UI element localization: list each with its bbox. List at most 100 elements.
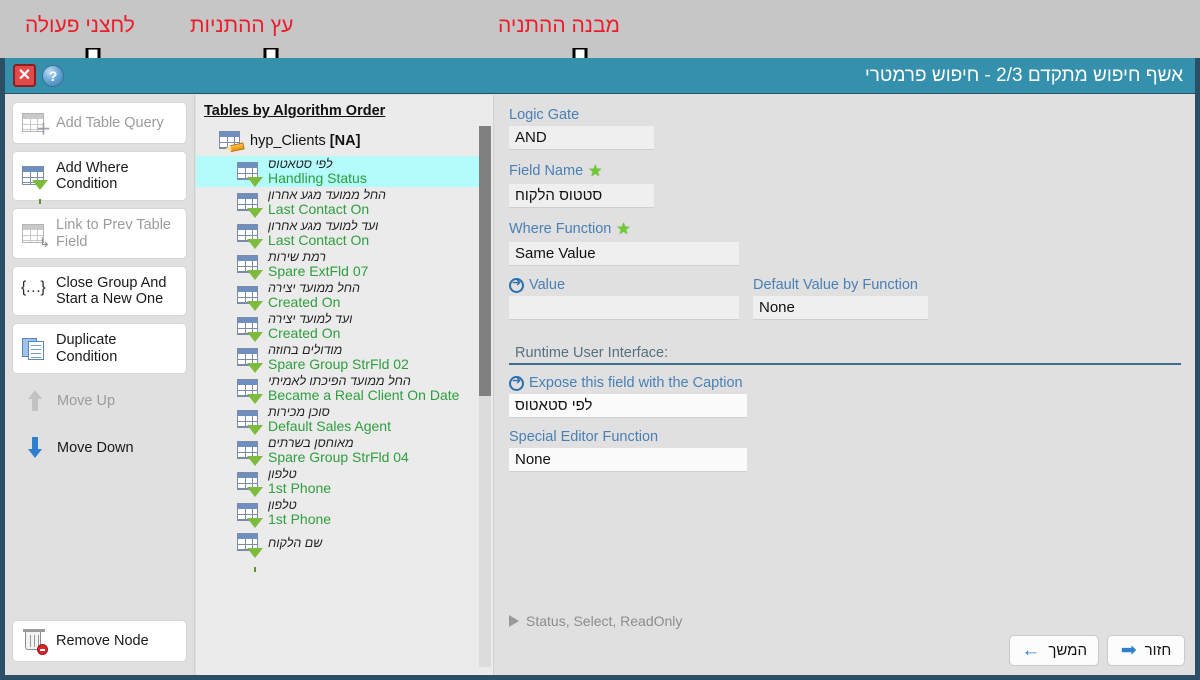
- action-label: Link to Prev Table Field: [56, 217, 171, 250]
- close-icon[interactable]: ✕: [13, 64, 36, 87]
- annotation-label-tree: עץ ההתניות: [190, 14, 294, 37]
- expose-caption-label-text: Expose this field with the Caption: [529, 375, 743, 391]
- condition-properties-panel: Logic Gate AND Field Name סטטוס הלקוח Wh…: [495, 95, 1195, 675]
- condition-tree-panel: Tables by Algorithm Order hyp_Clients [N…: [196, 95, 494, 675]
- special-editor-label: Special Editor Function: [509, 429, 659, 445]
- move-down-button[interactable]: Move Down: [12, 428, 187, 468]
- table-filter-icon: [234, 190, 263, 232]
- add-table-query-button[interactable]: ＋ Add Table Query: [12, 102, 187, 144]
- arrow-right-icon: ➡: [1120, 640, 1137, 661]
- tree-item-caption-he: סוכן מכירות: [268, 405, 330, 420]
- tree-item-field: Spare ExtFld 07: [268, 262, 369, 279]
- braces-icon: {…}: [21, 279, 46, 297]
- tree-item[interactable]: טלפון 1st Phone: [196, 466, 479, 511]
- continue-label: המשך: [1048, 642, 1087, 659]
- tree-item-field: Handling Status: [268, 169, 367, 186]
- tree-item-caption-he: לפי סטאטוס: [268, 157, 333, 171]
- action-label: Close Group And Start a New One: [56, 274, 167, 308]
- tree-item[interactable]: החל ממועד יצירה Created On: [196, 280, 479, 325]
- value-label-text: Value: [529, 277, 566, 293]
- tree-root-label: hyp_Clients [NA]: [250, 133, 360, 149]
- annotation-label-actions: לחצני פעולה: [25, 14, 135, 37]
- expose-caption-input[interactable]: לפי סטאטוס: [509, 394, 747, 418]
- tree-item[interactable]: טלפון 1st Phone: [196, 497, 479, 542]
- tree-root-suffix: [NA]: [329, 133, 361, 149]
- default-value-input[interactable]: None: [753, 296, 928, 320]
- action-label: Move Down: [57, 439, 134, 456]
- action-label: Duplicate Condition: [56, 332, 118, 365]
- add-where-condition-button[interactable]: Add Where Condition: [12, 151, 187, 205]
- back-button[interactable]: חזור ➡: [1107, 635, 1185, 666]
- field-name-label: Field Name: [509, 161, 1181, 181]
- trash-icon: [21, 629, 48, 655]
- status-line[interactable]: Status, Select, ReadOnly: [509, 613, 682, 629]
- tree-item-caption-he: ועד למועד מגע אחרון: [268, 219, 379, 234]
- tree-scrollbar-thumb[interactable]: [479, 126, 491, 396]
- table-pencil-icon: [216, 128, 244, 154]
- where-function-input[interactable]: Same Value: [509, 242, 739, 266]
- wizard-navigation: המשך ← חזור ➡: [1009, 635, 1185, 666]
- duplicate-icon: [21, 337, 47, 361]
- help-icon[interactable]: ?: [42, 64, 64, 87]
- expose-caption-label: Expose this field with the Caption: [509, 374, 1181, 391]
- table-filter-icon: [234, 221, 263, 263]
- table-filter-icon: [234, 530, 263, 573]
- action-label: Remove Node: [56, 632, 149, 649]
- tree-item[interactable]: מאוחסן בשרתים Spare Group StrFld 04: [196, 435, 479, 480]
- tree-item-field: Default Sales Agent: [268, 417, 391, 434]
- tree-scrollbar[interactable]: [479, 126, 491, 667]
- remove-node-button[interactable]: Remove Node: [12, 620, 187, 662]
- status-line-text: Status, Select, ReadOnly: [526, 613, 683, 629]
- tree-root-name: hyp_Clients: [250, 133, 326, 149]
- runtime-section-title: Runtime User Interface:: [515, 345, 669, 361]
- special-editor-input[interactable]: None: [509, 448, 747, 472]
- logic-gate-label: Logic Gate: [509, 107, 580, 123]
- tree-item[interactable]: רמת שירות Spare ExtFld 07: [196, 249, 479, 294]
- tree-item-caption-he: החל ממועד מגע אחרון: [268, 188, 386, 203]
- logic-gate-input[interactable]: AND: [509, 126, 654, 150]
- window-title: אשף חיפוש מתקדם 2/3 - חיפוש פרמטרי: [864, 64, 1183, 86]
- tree-item[interactable]: החל ממועד מגע אחרון Last Contact On: [196, 187, 479, 232]
- where-function-label: Where Function: [509, 219, 1181, 239]
- value-input[interactable]: [509, 296, 739, 320]
- tree-item[interactable]: ועד למועד יצירה Created On: [196, 311, 479, 356]
- field-name-input[interactable]: סטטוס הלקוח: [509, 184, 654, 208]
- tree-item[interactable]: שם הלקוח: [196, 528, 479, 573]
- action-label: Move Up: [57, 392, 116, 409]
- duplicate-condition-button[interactable]: Duplicate Condition: [12, 323, 187, 374]
- tree-item-caption-he: החל ממועד הפיכתו לאמיתי: [268, 374, 411, 389]
- table-filter-icon: [234, 407, 263, 449]
- continue-button[interactable]: המשך ←: [1009, 635, 1099, 666]
- tree-root-node[interactable]: hyp_Clients [NA]: [196, 126, 479, 156]
- tree-item[interactable]: מודולים בחוזה Spare Group StrFld 02: [196, 342, 479, 387]
- tree-item-field: Created On: [268, 293, 341, 310]
- table-filter-icon: [234, 283, 263, 325]
- add-table-query-icon: ＋: [21, 111, 51, 137]
- tree-item[interactable]: סוכן מכירות Default Sales Agent: [196, 404, 479, 449]
- window-body: ＋ Add Table Query Add Where Condition ↳ …: [5, 95, 1195, 675]
- move-up-button[interactable]: Move Up: [12, 381, 187, 421]
- annotation-band: לחצני פעולה עץ ההתניות מבנה ההתניה: [0, 0, 1200, 58]
- tree-item[interactable]: ועד למועד מגע אחרון Last Contact On: [196, 218, 479, 263]
- link-to-prev-table-field-button[interactable]: ↳ Link to Prev Table Field: [12, 208, 187, 259]
- close-group-button[interactable]: {…} Close Group And Start a New One: [12, 265, 187, 317]
- action-label: Add Where Condition: [56, 160, 129, 193]
- where-function-label-text: Where Function: [509, 221, 612, 237]
- annotation-label-structure: מבנה ההתניה: [498, 14, 620, 37]
- tree-header: Tables by Algorithm Order: [204, 103, 386, 119]
- tree-item-caption-he: טלפון: [268, 467, 297, 482]
- tree-item[interactable]: לפי סטאטוס Handling Status: [196, 156, 479, 201]
- tree-item[interactable]: החל ממועד הפיכתו לאמיתי Became a Real Cl…: [196, 373, 479, 418]
- table-filter-icon: [234, 438, 263, 480]
- tree-list: hyp_Clients [NA] לפי סטאטוס Handling Sta…: [196, 126, 479, 667]
- tree-item-field: Last Contact On: [268, 231, 370, 248]
- arrow-right-circle-icon: [509, 276, 524, 293]
- arrow-left-icon: ←: [1021, 640, 1041, 661]
- table-filter-icon: [234, 159, 263, 201]
- table-filter-icon: [234, 345, 263, 387]
- tree-item-caption-he: החל ממועד יצירה: [268, 281, 360, 296]
- tree-item-field: Spare Group StrFld 04: [268, 448, 409, 465]
- title-bar: ✕ ? אשף חיפוש מתקדם 2/3 - חיפוש פרמטרי: [5, 58, 1195, 94]
- arrow-right-circle-icon: [509, 374, 524, 391]
- tree-item-field: Spare Group StrFld 02: [268, 355, 409, 372]
